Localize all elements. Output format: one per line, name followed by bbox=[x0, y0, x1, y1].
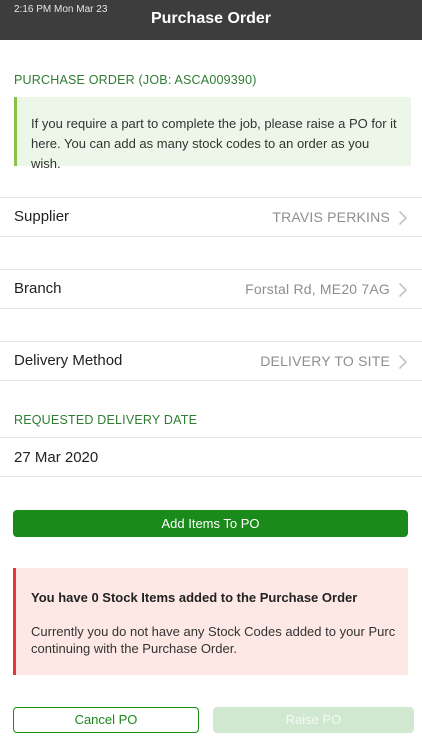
branch-value: Forstal Rd, ME20 7AG bbox=[245, 281, 390, 297]
supplier-row[interactable]: Supplier TRAVIS PERKINS bbox=[0, 197, 422, 237]
navigation-bar: 2:16 PM Mon Mar 23 Purchase Order bbox=[0, 0, 422, 40]
info-box: If you require a part to complete the jo… bbox=[14, 97, 411, 171]
delivery-date-row[interactable]: 27 Mar 2020 bbox=[0, 437, 422, 477]
delivery-method-row[interactable]: Delivery Method DELIVERY TO SITE bbox=[0, 341, 422, 381]
warning-text: Currently you do not have any Stock Code… bbox=[31, 623, 408, 657]
warning-title: You have 0 Stock Items added to the Purc… bbox=[31, 590, 358, 605]
delivery-method-label: Delivery Method bbox=[14, 352, 123, 369]
warning-box: You have 0 Stock Items added to the Purc… bbox=[13, 568, 408, 675]
branch-row[interactable]: Branch Forstal Rd, ME20 7AG bbox=[0, 269, 422, 309]
warning-text-line-1: Currently you do not have any Stock Code… bbox=[31, 624, 396, 639]
info-text-line-2: here. You can add as many stock codes to… bbox=[31, 136, 370, 171]
supplier-label: Supplier bbox=[14, 208, 70, 225]
delivery-date-header: REQUESTED DELIVERY DATE bbox=[14, 413, 198, 427]
chevron-right-icon bbox=[399, 211, 408, 225]
raise-po-button[interactable]: Raise PO bbox=[213, 707, 414, 733]
chevron-right-icon bbox=[399, 355, 408, 369]
supplier-value: TRAVIS PERKINS bbox=[272, 209, 390, 225]
chevron-right-icon bbox=[399, 283, 408, 297]
cancel-po-button[interactable]: Cancel PO bbox=[13, 707, 199, 733]
warning-text-line-2: continuing with the Purchase Order. bbox=[31, 641, 237, 656]
add-items-button[interactable]: Add Items To PO bbox=[13, 510, 408, 537]
page-title: Purchase Order bbox=[150, 10, 272, 27]
info-text-line-1: If you require a part to complete the jo… bbox=[31, 116, 397, 131]
branch-label: Branch bbox=[14, 280, 62, 297]
po-section-header: PURCHASE ORDER (JOB: ASCA009390) bbox=[14, 73, 257, 87]
delivery-date-value: 27 Mar 2020 bbox=[14, 449, 99, 466]
delivery-method-value: DELIVERY TO SITE bbox=[260, 353, 390, 369]
